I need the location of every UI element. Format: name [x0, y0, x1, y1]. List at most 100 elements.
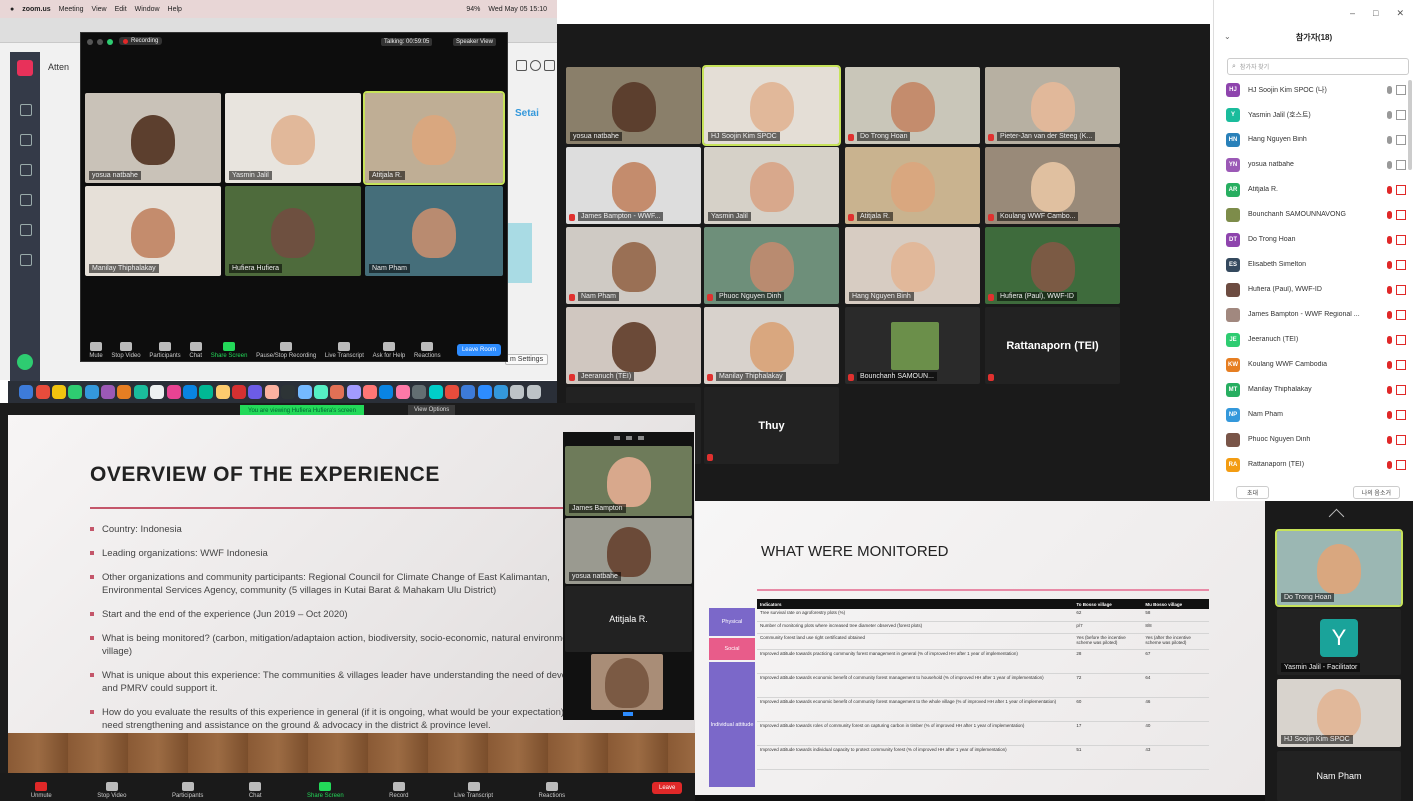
gallery-tile[interactable]: Atitjala R.: [845, 147, 980, 224]
chat-button[interactable]: Chat: [189, 342, 202, 359]
participant-row[interactable]: ES Elisabeth Simelton: [1214, 252, 1413, 277]
gallery-tile[interactable]: James Bampton - WWF...: [566, 147, 701, 224]
gallery-tile[interactable]: HJ Soojin Kim SPOC: [702, 65, 841, 146]
panel-scrollbar[interactable]: [1408, 80, 1412, 170]
gallery-tile[interactable]: yosua natbahe: [566, 67, 701, 144]
right-tile-1[interactable]: Do Trong Hoan: [1275, 529, 1403, 607]
small-tile-1[interactable]: yosua natbahe: [85, 93, 221, 183]
menu-item-view[interactable]: View: [92, 6, 107, 13]
muted-mic-icon[interactable]: [1387, 310, 1392, 319]
muted-mic-icon[interactable]: [1387, 360, 1392, 369]
small-tile-4[interactable]: Manilay Thiphalakay: [85, 186, 221, 276]
recording-indicator[interactable]: Recording: [119, 37, 163, 45]
participant-row[interactable]: HN Hang Nguyen Binh: [1214, 127, 1413, 152]
dock-app-icon[interactable]: [412, 385, 427, 399]
dock-app-icon[interactable]: [166, 385, 181, 399]
participant-row[interactable]: NP Nam Pham: [1214, 402, 1413, 427]
video-off-icon[interactable]: [1396, 259, 1406, 270]
share-screen-button[interactable]: Share Screen: [307, 782, 344, 799]
video-off-icon[interactable]: [1396, 384, 1406, 395]
small-tile-6[interactable]: Nam Pham: [365, 186, 503, 276]
muted-mic-icon[interactable]: [1387, 460, 1392, 469]
video-camera-icon[interactable]: [1396, 109, 1406, 120]
menu-item-meeting[interactable]: Meeting: [59, 6, 84, 13]
dock-app-icon[interactable]: [19, 385, 34, 399]
dock-app-icon[interactable]: [150, 385, 165, 399]
participant-row[interactable]: MT Manilay Thiphalakay: [1214, 377, 1413, 402]
maximize-icon[interactable]: □: [1373, 8, 1378, 19]
muted-mic-icon[interactable]: [1387, 285, 1392, 294]
participant-row[interactable]: HJ HJ Soojin Kim SPOC (나): [1214, 77, 1413, 102]
video-camera-icon[interactable]: [1396, 159, 1406, 170]
minimize-icon[interactable]: [97, 39, 103, 45]
dock-app-icon[interactable]: [379, 385, 394, 399]
small-tile-2[interactable]: Yasmin Jalil: [225, 93, 361, 183]
mic-icon[interactable]: [1387, 110, 1392, 119]
mic-icon[interactable]: [1387, 160, 1392, 169]
gallery-tile[interactable]: Hang Nguyen Binh: [845, 227, 980, 304]
muted-mic-icon[interactable]: [1387, 185, 1392, 194]
record-button[interactable]: Record: [389, 782, 409, 799]
mic-icon[interactable]: [1387, 85, 1392, 94]
strip-up-chevron-icon[interactable]: [1328, 508, 1345, 525]
right-tile-3[interactable]: HJ Soojin Kim SPOC: [1277, 679, 1401, 747]
participant-row[interactable]: JE Jeeranuch (TEI): [1214, 327, 1413, 352]
video-off-icon[interactable]: [1396, 334, 1406, 345]
dock-app-icon[interactable]: [117, 385, 132, 399]
minimize-icon[interactable]: –: [1350, 8, 1355, 19]
dock-app-icon[interactable]: [248, 385, 263, 399]
participant-row[interactable]: James Bampton - WWF Regional ...: [1214, 302, 1413, 327]
gallery-tile[interactable]: Jeeranuch (TEI): [566, 307, 701, 384]
gallery-tile[interactable]: Do Trong Hoan: [845, 67, 980, 144]
stop-video-button[interactable]: Stop Video: [97, 782, 126, 799]
dock-app-icon[interactable]: [313, 385, 328, 399]
leave-button[interactable]: Leave: [652, 782, 683, 794]
leave-room-button[interactable]: Leave Room: [456, 344, 501, 356]
share-screen-button[interactable]: Share Screen: [211, 342, 247, 359]
reactions-button[interactable]: Reactions: [414, 342, 441, 359]
app-badge-icon[interactable]: [17, 60, 33, 76]
maximize-icon[interactable]: [107, 39, 113, 45]
participant-row[interactable]: Phuoc Nguyen Dinh: [1214, 427, 1413, 452]
participant-row[interactable]: Hufiera (Paul), WWF-ID: [1214, 277, 1413, 302]
gallery-tile[interactable]: Koulang WWF Cambo...: [985, 147, 1120, 224]
muted-mic-icon[interactable]: [1387, 210, 1392, 219]
strip-tile-2[interactable]: yosua natbahe: [565, 518, 692, 584]
video-camera-icon[interactable]: [1396, 84, 1406, 95]
participant-row[interactable]: Y Yasmin Jalil (호스트): [1214, 102, 1413, 127]
dock-app-icon[interactable]: [199, 385, 214, 399]
participant-row[interactable]: Bounchanh SAMOUNNAVONG: [1214, 202, 1413, 227]
browser-settings-button[interactable]: m Settings: [505, 354, 549, 365]
gallery-tile[interactable]: Yasmin Jalil: [704, 147, 839, 224]
close-icon[interactable]: ✕: [1396, 8, 1404, 19]
video-off-icon[interactable]: [1396, 359, 1406, 370]
sidebar-tool-icon[interactable]: [20, 194, 32, 206]
sidebar-tool-icon[interactable]: [20, 134, 32, 146]
mute-button[interactable]: Mute: [89, 342, 103, 359]
participants-button[interactable]: Participants: [149, 342, 181, 359]
dock-app-icon[interactable]: [182, 385, 197, 399]
dock-app-icon[interactable]: [101, 385, 116, 399]
right-tile-4[interactable]: Nam Pham: [1277, 751, 1401, 801]
gallery-tile[interactable]: Hufiera (Paul), WWF-ID: [985, 227, 1120, 304]
sidebar-tool-icon[interactable]: [20, 224, 32, 236]
small-tile-5[interactable]: Hufiera Hufiera: [225, 186, 361, 276]
menu-item-help[interactable]: Help: [168, 6, 182, 13]
dock-app-icon[interactable]: [461, 385, 476, 399]
pause-recording-button[interactable]: Pause/Stop Recording: [256, 342, 316, 359]
video-off-icon[interactable]: [1396, 459, 1406, 470]
dock-app-icon[interactable]: [281, 385, 296, 399]
dock-app-icon[interactable]: [395, 385, 410, 399]
sidebar-tool-icon[interactable]: [20, 254, 32, 266]
mic-icon[interactable]: [1387, 135, 1392, 144]
dock-app-icon[interactable]: [346, 385, 361, 399]
video-off-icon[interactable]: [1396, 309, 1406, 320]
dock-app-icon[interactable]: [363, 385, 378, 399]
video-off-icon[interactable]: [1396, 209, 1406, 220]
dock-app-icon[interactable]: [297, 385, 312, 399]
gallery-tile[interactable]: Manilay Thiphalakay: [704, 307, 839, 384]
gallery-tile[interactable]: Bounchanh SAMOUN...: [845, 307, 980, 384]
strip-expand-icon[interactable]: [623, 712, 633, 716]
strip-tile-4[interactable]: [591, 654, 663, 710]
dock-app-icon[interactable]: [68, 385, 83, 399]
